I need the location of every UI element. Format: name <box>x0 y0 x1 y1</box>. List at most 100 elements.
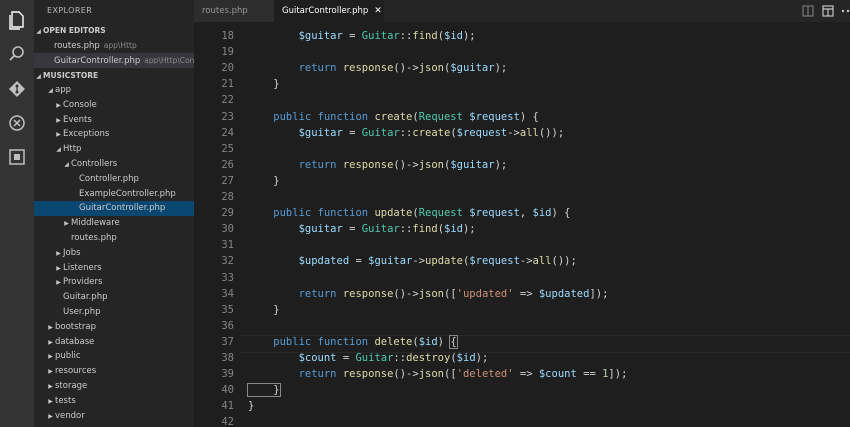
tree-item[interactable]: ▶ vendor <box>34 409 194 424</box>
code-token: update <box>425 255 463 268</box>
line-number: 33 <box>221 271 234 284</box>
close-icon[interactable]: ✕ <box>374 6 382 16</box>
code-token: Guitar <box>361 126 400 139</box>
line-number: 25 <box>221 142 234 155</box>
code-token: $request <box>456 126 508 139</box>
code-token: :: <box>399 223 413 236</box>
extensions-icon[interactable] <box>7 147 27 167</box>
code-token: create <box>374 110 413 123</box>
code-token: $updated <box>248 255 350 268</box>
line-number: 23 <box>221 110 234 123</box>
chevron-right-icon: ▶ <box>48 353 53 361</box>
line-number: 39 <box>221 368 234 381</box>
code-token: -> <box>412 255 426 268</box>
chevron-right-icon: ▶ <box>48 383 53 390</box>
tree-item[interactable]: ▶ Console <box>34 98 194 113</box>
line-number: 40 <box>221 384 234 397</box>
layout-icon[interactable] <box>822 5 834 17</box>
debug-icon[interactable] <box>7 113 27 133</box>
tree-item-label: Console <box>63 99 97 110</box>
code-token: Guitar <box>361 223 400 236</box>
line-number: 35 <box>221 303 234 316</box>
tree-item[interactable]: ▶ bootstrap <box>34 320 194 335</box>
tree-item[interactable]: ▶ Middleware <box>34 216 194 231</box>
code-line: public function delete($id) { <box>248 334 458 349</box>
tree-item[interactable]: ExampleController.php <box>34 187 194 202</box>
tree-item[interactable]: Guitar.php <box>34 290 194 305</box>
tree-item[interactable]: ▶ Jobs <box>34 246 194 261</box>
code-token: :: <box>399 126 413 139</box>
code-token: ()-> <box>393 368 419 381</box>
chevron-right-icon: ▶ <box>48 368 53 376</box>
code-token: ); <box>462 223 476 236</box>
code-line: $guitar = Guitar::create($request->all()… <box>248 126 565 139</box>
tree-item[interactable]: ▶ Providers <box>34 275 194 290</box>
tree-item[interactable]: User.php <box>34 305 194 320</box>
code-token: } <box>248 303 280 316</box>
tree-item[interactable]: ▶ resources <box>34 364 194 379</box>
code-token: $guitar <box>450 62 495 75</box>
tree-item[interactable]: ◢ Controllers <box>34 157 194 172</box>
line-number: 38 <box>221 352 234 364</box>
tree-item[interactable]: ▶ public <box>34 349 194 364</box>
code-token: $request <box>469 110 520 123</box>
more-icon[interactable] <box>840 5 850 17</box>
chevron-right-icon: ▶ <box>56 249 61 257</box>
code-view[interactable]: 18 $guitar = Guitar::find($id); 19 20 retu… <box>194 22 850 427</box>
tree-item[interactable]: ▶ storage <box>34 379 194 394</box>
search-icon[interactable] <box>7 44 27 64</box>
tree-item[interactable]: ◢ app <box>34 83 194 98</box>
code-token: all <box>532 255 552 268</box>
code-token: , <box>519 207 533 220</box>
tree-item[interactable]: ▶ Listeners <box>34 261 194 276</box>
line-number: 42 <box>221 416 234 427</box>
tree-item-label: GuitarController.php <box>79 203 166 214</box>
tree-item[interactable]: routes.php <box>34 231 194 246</box>
code-token: ()-> <box>393 62 419 75</box>
chevron-right-icon: ▶ <box>48 397 53 405</box>
code-token: response <box>342 62 394 75</box>
open-editors-header[interactable]: ◢ OPEN EDITORS <box>34 23 194 38</box>
tree-item-label: Controllers <box>71 159 118 169</box>
code-token: == <box>576 368 603 381</box>
code-token: $request <box>469 207 520 220</box>
open-editor-item[interactable]: GuitarController.phpapp\Http\Con... <box>34 53 194 68</box>
code-token: $guitar <box>248 30 343 42</box>
code-line: $guitar = Guitar::find($id); <box>248 30 476 42</box>
code-token: ); <box>494 62 508 75</box>
tree-item-label: ExampleController.php <box>79 188 176 199</box>
code-line: return response()->json(['deleted' => $c… <box>248 368 628 381</box>
tree-item[interactable]: ▶ database <box>34 335 194 350</box>
open-editor-item[interactable]: routes.php app\Http <box>34 38 194 53</box>
tree-item[interactable]: ▶ tests <box>34 394 194 409</box>
tree-item-label: database <box>55 336 95 347</box>
tree-item[interactable]: Controller.php <box>34 172 194 187</box>
split-editor-icon[interactable] <box>802 5 814 17</box>
code-token: return <box>248 62 343 75</box>
tree-item[interactable]: ◢ Http <box>34 142 194 157</box>
project-header[interactable]: ◢ MUSICSTORE <box>34 68 194 83</box>
tree-item[interactable]: ▶ Exceptions <box>34 127 194 142</box>
code-token: = <box>336 352 356 364</box>
open-editor-name: routes.php <box>54 41 100 51</box>
line-number: 21 <box>221 78 234 91</box>
code-token: find <box>412 30 438 42</box>
code-token: :: <box>393 352 407 364</box>
code-token: $id <box>456 352 476 364</box>
tree-item[interactable]: ▶ Events <box>34 113 194 128</box>
code-token: Request <box>418 207 463 220</box>
code-token: create <box>412 126 451 139</box>
tab-guitarcontroller[interactable]: GuitarController.php ✕ <box>274 0 384 22</box>
code-token: destroy <box>406 352 451 364</box>
line-number: 18 <box>221 30 234 42</box>
tree-item-label: Middleware <box>71 218 120 229</box>
code-token: $count <box>538 368 577 381</box>
tree-item-label: resources <box>55 366 97 377</box>
tab-routes[interactable]: routes.php <box>194 0 274 22</box>
tree-item[interactable]: GuitarController.php <box>34 201 194 217</box>
code-token: response <box>342 368 394 381</box>
code-token: public function <box>248 110 375 123</box>
git-icon[interactable] <box>7 79 27 99</box>
chevron-down-icon: ◢ <box>36 28 41 35</box>
files-icon[interactable] <box>7 10 27 30</box>
